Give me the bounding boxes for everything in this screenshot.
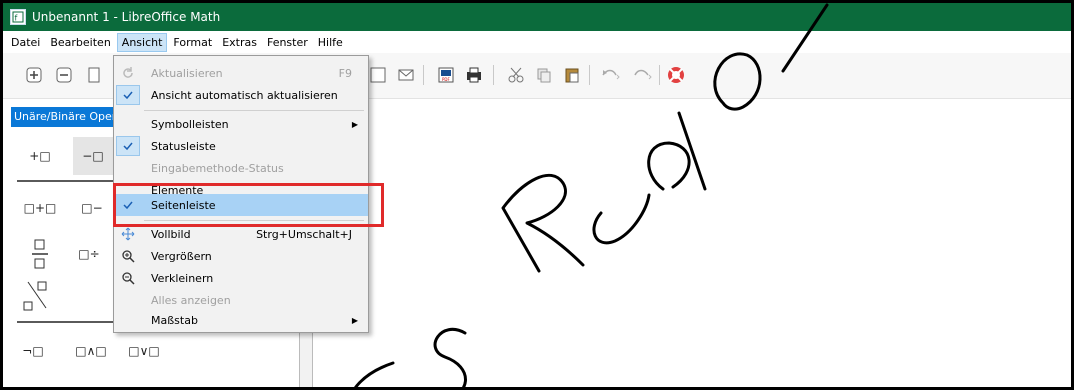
checkmark-icon [120, 138, 136, 154]
menu-separator [144, 110, 364, 111]
element-and[interactable]: □∧□ [65, 339, 117, 363]
element-a-plus-b[interactable]: □+□ [15, 193, 65, 223]
export-pdf-icon[interactable]: PDF [435, 64, 457, 86]
paste-icon[interactable] [561, 64, 583, 86]
menu-datei[interactable]: Datei [7, 34, 44, 51]
element-a-div-b[interactable]: □÷ [67, 237, 111, 271]
cut-icon[interactable] [505, 64, 527, 86]
panel-separator [17, 180, 117, 182]
menu-hilfe[interactable]: Hilfe [314, 34, 347, 51]
highlight-annotation-box [113, 183, 384, 227]
menu-item-statusbar[interactable]: Statusleiste [114, 135, 368, 157]
toolbar-separator [659, 65, 660, 85]
zoom-in-icon [120, 248, 136, 264]
menu-bearbeiten[interactable]: Bearbeiten [46, 34, 114, 51]
element-neg[interactable]: ¬□ [13, 339, 53, 363]
element-or[interactable]: □∨□ [121, 339, 167, 363]
element-plus-a[interactable]: +□ [15, 141, 65, 171]
zoom-out-toolbar-icon[interactable] [53, 64, 75, 86]
menu-extras[interactable]: Extras [218, 34, 261, 51]
redo-icon[interactable] [631, 64, 653, 86]
element-fraction[interactable] [25, 237, 55, 271]
checkmark-icon [120, 87, 136, 103]
element-a-minus-b[interactable]: □− [69, 193, 115, 223]
menu-item-zoom-out[interactable]: Verkleinern [114, 267, 368, 289]
menu-item-zoom-in[interactable]: Vergrößern [114, 245, 368, 267]
submenu-arrow-icon: ▶ [351, 315, 358, 325]
menu-format[interactable]: Format [169, 34, 216, 51]
panel-separator [17, 321, 117, 323]
copy-icon[interactable] [533, 64, 555, 86]
window-title: Unbenannt 1 - LibreOffice Math [32, 10, 221, 24]
print-icon[interactable] [463, 64, 485, 86]
zoom-in-toolbar-icon[interactable] [23, 64, 45, 86]
menu-bar: Datei Bearbeiten Ansicht Format Extras F… [3, 31, 1071, 53]
new-document-icon[interactable] [83, 64, 105, 86]
menu-ansicht[interactable]: Ansicht [116, 32, 168, 52]
menu-item-toolbars[interactable]: Symbolleisten ▶ [114, 113, 368, 135]
svg-text:f: f [15, 14, 18, 23]
menu-item-show-all: Alles anzeigen [151, 293, 231, 307]
email-icon[interactable] [395, 64, 417, 86]
undo-icon[interactable] [599, 64, 621, 86]
menu-item-input-method-status: Eingabemethode-Status [151, 161, 284, 175]
toolbar-separator [423, 65, 424, 85]
element-category-select[interactable]: Unäre/Binäre Opera [11, 107, 121, 127]
zoom-out-icon [120, 270, 136, 286]
element-minus-a[interactable]: −□ [73, 137, 113, 175]
menu-item-scale[interactable]: Maßstab ▶ [114, 309, 368, 331]
app-window: f Unbenannt 1 - LibreOffice Math Datei B… [0, 0, 1074, 390]
element-wideslash[interactable] [19, 277, 55, 317]
refresh-icon [120, 65, 136, 81]
menu-item-auto-update[interactable]: Ansicht automatisch aktualisieren [114, 84, 368, 106]
toolbar-separator [589, 65, 590, 85]
toolbar-separator [493, 65, 494, 85]
libreoffice-math-icon: f [10, 9, 26, 25]
title-bar: f Unbenannt 1 - LibreOffice Math [3, 3, 1071, 31]
svg-text:PDF: PDF [442, 77, 450, 82]
save-icon[interactable] [367, 64, 389, 86]
menu-fenster[interactable]: Fenster [263, 34, 312, 51]
fullscreen-icon [120, 226, 136, 242]
help-lifebuoy-icon[interactable] [665, 64, 687, 86]
submenu-arrow-icon: ▶ [351, 119, 358, 129]
menu-item-refresh: Aktualisieren F9 [114, 62, 368, 84]
